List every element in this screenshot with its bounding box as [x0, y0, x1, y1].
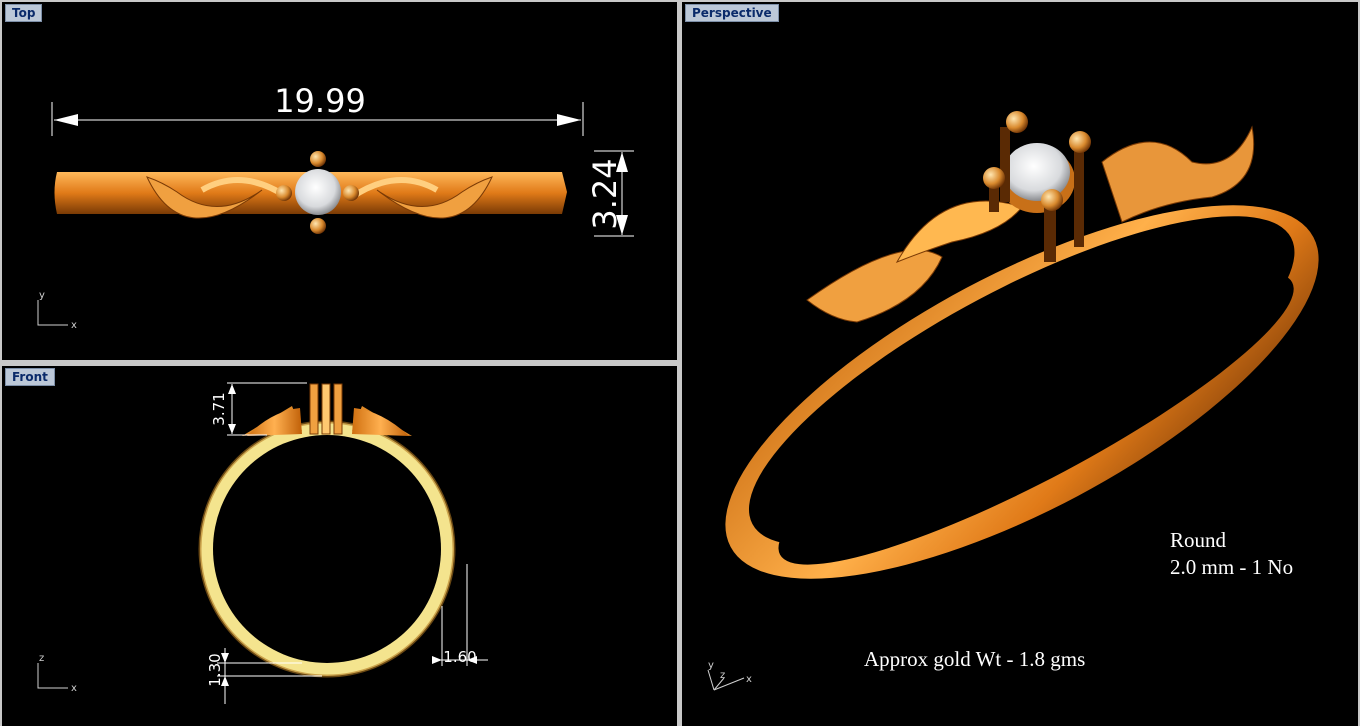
stone [295, 169, 341, 215]
dim-height-text: 3.24 [586, 158, 624, 229]
viewport-label-front[interactable]: Front [5, 368, 55, 386]
prong [333, 383, 343, 435]
prong [1069, 131, 1091, 153]
prong [321, 383, 331, 435]
dim-prong-text: 3.71 [210, 392, 228, 425]
viewport-top[interactable]: 19.99 3.24 y x Top [2, 2, 677, 360]
gold-weight-text: Approx gold Wt - 1.8 gms [864, 647, 1086, 671]
prong [310, 218, 326, 234]
left-crescent [806, 249, 943, 323]
front-view-drawing: 3.71 1.60 1.30 z x [37, 382, 488, 704]
svg-text:z: z [720, 670, 725, 681]
viewport-perspective[interactable]: y z x Perspective Round 2.0 mm - 1 No Ap… [682, 2, 1358, 726]
axis-indicator: z x [37, 653, 77, 694]
svg-text:y: y [708, 660, 714, 671]
axis-indicator: y x [37, 290, 77, 331]
svg-text:x: x [746, 674, 752, 685]
viewport-front[interactable]: 3.71 1.60 1.30 z x Front [2, 366, 677, 726]
stone [1004, 143, 1070, 201]
svg-text:y: y [39, 290, 45, 301]
prong [983, 167, 1005, 189]
prong [310, 151, 326, 167]
prong [343, 185, 359, 201]
prong [276, 185, 292, 201]
ring-inner [213, 435, 441, 663]
dim-band-thickness-text: 1.30 [206, 653, 224, 686]
stone-size-text: 2.0 mm - 1 No [1170, 555, 1294, 579]
viewport-label-perspective[interactable]: Perspective [685, 4, 779, 22]
dim-width-text: 19.99 [274, 82, 366, 120]
top-view-drawing: 19.99 3.24 y x [37, 82, 634, 331]
perspective-view-drawing: y z x [707, 111, 1319, 691]
axis-indicator: y z x [707, 660, 752, 691]
stone-notes: Round 2.0 mm - 1 No [1170, 527, 1293, 581]
shoulder-left [247, 408, 302, 436]
shoulder-right [352, 408, 409, 436]
svg-text:z: z [39, 653, 44, 664]
stone-shape-text: Round [1170, 528, 1227, 552]
svg-text:x: x [71, 320, 77, 331]
dim-band-width-text: 1.60 [443, 648, 476, 666]
prong [1006, 111, 1028, 133]
viewport-label-top[interactable]: Top [5, 4, 43, 22]
prong [1041, 189, 1063, 211]
prong [309, 383, 319, 435]
svg-text:x: x [71, 683, 77, 694]
